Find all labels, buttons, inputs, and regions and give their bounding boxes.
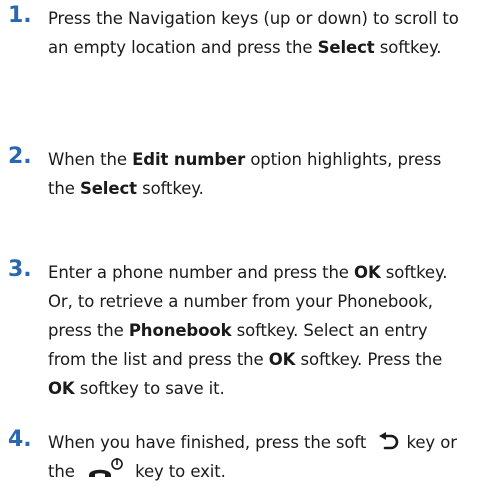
step-text: Enter a phone number and press the OK so… [48, 258, 470, 403]
step-text-bold: Select [79, 179, 137, 198]
step-text-bold: Select [317, 38, 375, 57]
step-text-bold: OK [268, 350, 296, 369]
step-number: 2. [8, 144, 32, 169]
step-text-plain: softkey. [136, 179, 204, 198]
step-number: 4. [8, 427, 32, 452]
step-text-plain: Enter a phone number and press the [48, 263, 355, 282]
step-text-bold: OK [354, 263, 381, 282]
step-text-bold: OK [48, 379, 75, 398]
step-text-plain: When you have finished, press the soft [48, 433, 372, 452]
step-number: 3. [8, 257, 32, 282]
step-text-plain: softkey to save it. [74, 379, 225, 398]
step-text-plain: softkey. Press the [295, 350, 443, 369]
step-text: When you have finished, press the soft k… [48, 428, 470, 486]
step-text: When the Edit number option highlights, … [48, 145, 470, 203]
step-4: 4. When you have finished, press the sof… [0, 427, 470, 486]
step-number: 1. [8, 3, 32, 28]
step-text-plain: key to exit. [129, 462, 226, 481]
step-text-plain: When the [48, 150, 133, 169]
end-call-power-icon [86, 457, 124, 481]
step-text-bold: Edit number [132, 150, 246, 169]
step-text-bold: Phonebook [128, 321, 232, 340]
step-2: 2. When the Edit number option highlight… [0, 144, 470, 203]
step-1: 1. Press the Navigation keys (up or down… [0, 3, 470, 62]
step-text: Press the Navigation keys (up or down) t… [48, 4, 470, 62]
back-icon [377, 431, 399, 452]
step-text-plain: softkey. [374, 38, 442, 57]
step-3: 3. Enter a phone number and press the OK… [0, 257, 470, 403]
